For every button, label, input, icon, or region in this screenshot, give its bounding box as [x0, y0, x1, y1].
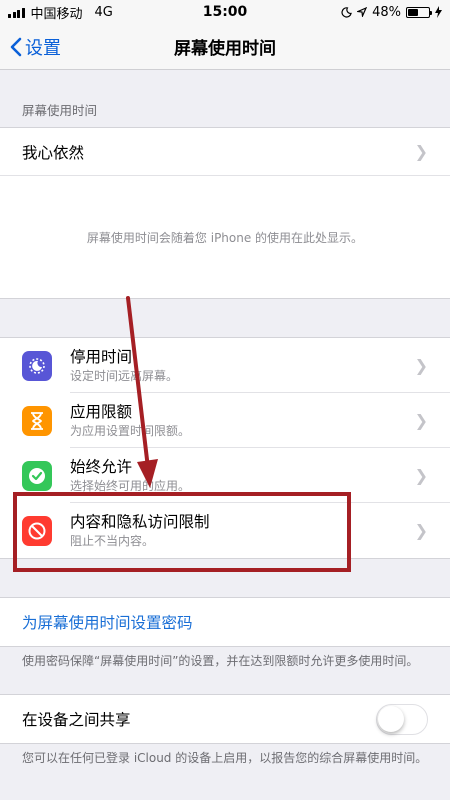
status-right: 48% — [341, 5, 442, 20]
feature-subtitle: 选择始终可用的应用。 — [70, 479, 191, 493]
checkmark-seal-icon — [22, 460, 52, 491]
share-footnote: 您可以在任何已登录 iCloud 的设备上启用，以报告您的综合屏幕使用时间。 — [22, 751, 428, 765]
feature-texts: 内容和隐私访问限制 阻止不当内容。 — [70, 512, 210, 549]
page-title: 屏幕使用时间 — [174, 39, 276, 59]
hourglass-icon — [22, 405, 52, 436]
feature-title: 内容和隐私访问限制 — [70, 513, 210, 531]
feature-row-content-privacy[interactable]: 内容和隐私访问限制 阻止不当内容。 ❯ — [0, 503, 450, 558]
device-row[interactable]: 我心依然 ❯ — [0, 128, 450, 176]
prohibited-icon — [22, 515, 52, 546]
feature-subtitle: 设定时间远离屏幕。 — [70, 369, 179, 383]
moon-icon — [341, 6, 352, 18]
chevron-right-icon: ❯ — [414, 411, 428, 430]
share-group: 在设备之间共享 — [0, 694, 450, 744]
feature-subtitle: 为应用设置时间限额。 — [70, 424, 191, 438]
feature-texts: 应用限额 为应用设置时间限额。 — [70, 402, 190, 439]
feature-row-app-limits[interactable]: 应用限额 为应用设置时间限额。 ❯ — [0, 393, 450, 448]
battery-percent: 48% — [372, 4, 401, 20]
chevron-right-icon: ❯ — [414, 356, 428, 375]
battery-icon — [406, 6, 432, 18]
feature-texts: 停用时间 设定时间远离屏幕。 — [70, 347, 178, 384]
toggle-knob — [378, 705, 404, 732]
passcode-group: 为屏幕使用时间设置密码 — [0, 597, 450, 647]
status-left: 中国移动 4G — [8, 3, 113, 22]
status-bar: 中国移动 4G 15:00 48% — [0, 0, 450, 24]
screen-time-group: 我心依然 ❯ 屏幕使用时间会随着您 iPhone 的使用在此处显示。 — [0, 127, 450, 299]
device-name: 我心依然 — [22, 143, 85, 162]
share-row: 在设备之间共享 — [0, 695, 450, 743]
section-header-screen-time: 屏幕使用时间 — [22, 103, 98, 118]
usage-info: 屏幕使用时间会随着您 iPhone 的使用在此处显示。 — [86, 230, 364, 245]
share-toggle[interactable] — [376, 703, 428, 735]
share-label: 在设备之间共享 — [22, 711, 131, 729]
feature-texts: 始终允许 选择始终可用的应用。 — [70, 457, 190, 494]
chevron-right-icon: ❯ — [414, 142, 428, 161]
back-label: 设置 — [25, 37, 61, 59]
feature-title: 始终允许 — [70, 458, 133, 476]
chevron-right-icon: ❯ — [414, 466, 428, 485]
feature-title: 应用限额 — [70, 403, 133, 421]
set-passcode-link[interactable]: 为屏幕使用时间设置密码 — [0, 598, 450, 646]
carrier-label: 中国移动 — [30, 6, 83, 22]
location-icon — [357, 7, 368, 17]
feature-title: 停用时间 — [70, 348, 133, 366]
back-button[interactable]: 设置 — [0, 34, 61, 60]
feature-row-always-allowed[interactable]: 始终允许 选择始终可用的应用。 ❯ — [0, 448, 450, 503]
network-label: 4G — [94, 4, 113, 20]
feature-subtitle: 阻止不当内容。 — [70, 534, 155, 548]
signal-icon — [8, 7, 25, 18]
features-group: 停用时间 设定时间远离屏幕。 ❯ 应用限额 为应用设置时间限额。 ❯ 始终允许 … — [0, 337, 450, 559]
status-time: 15:00 — [202, 4, 248, 20]
passcode-footnote: 使用密码保障“屏幕使用时间”的设置，并在达到限额时允许更多使用时间。 — [22, 654, 419, 668]
moon-icon — [22, 350, 52, 381]
chevron-left-icon — [10, 37, 22, 56]
navigation-bar: 设置 屏幕使用时间 — [0, 24, 450, 70]
feature-row-downtime[interactable]: 停用时间 设定时间远离屏幕。 ❯ — [0, 338, 450, 393]
charging-icon — [435, 6, 442, 18]
chevron-right-icon: ❯ — [414, 521, 428, 540]
